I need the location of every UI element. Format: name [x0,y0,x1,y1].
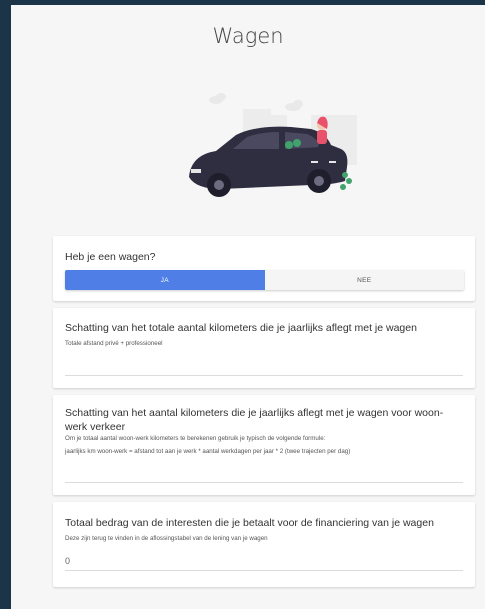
total-km-underline [65,375,463,376]
interest-underline [65,570,463,571]
total-km-card: Schatting van het totale aantal kilomete… [53,308,475,388]
commute-km-card: Schatting van het aantal kilometers die … [53,395,475,495]
page: Wagen Heb je een wagen? JA NEE Schatting… [11,5,485,609]
total-km-label: Schatting van het totale aantal kilomete… [65,322,417,334]
page-title: Wagen [212,24,284,48]
interest-label: Totaal bedrag van de interesten die je b… [65,517,434,529]
interest-input[interactable]: 0 [65,556,70,566]
has-car-toggle: JA NEE [65,270,464,290]
car-illustration [189,93,357,197]
yes-button[interactable]: JA [65,270,265,290]
has-car-label: Heb je een wagen? [65,251,156,263]
commute-km-hint-2: jaarlijks km woon-werk = afstand tot aan… [65,448,351,455]
commute-km-underline [65,482,463,483]
commute-km-label: Schatting van het aantal kilometers die … [65,407,444,433]
interest-card: Totaal bedrag van de interesten die je b… [53,502,475,587]
has-car-card: Heb je een wagen? JA NEE [53,236,475,301]
no-button[interactable]: NEE [264,270,464,290]
cloud-icon [209,93,303,111]
total-km-hint: Totale afstand privé + professioneel [65,340,163,347]
commute-km-hint-1: Om je totaal aantal woon-werk kilometers… [65,435,326,442]
interest-hint: Deze zijn terug te vinden in de aflossin… [65,535,268,542]
